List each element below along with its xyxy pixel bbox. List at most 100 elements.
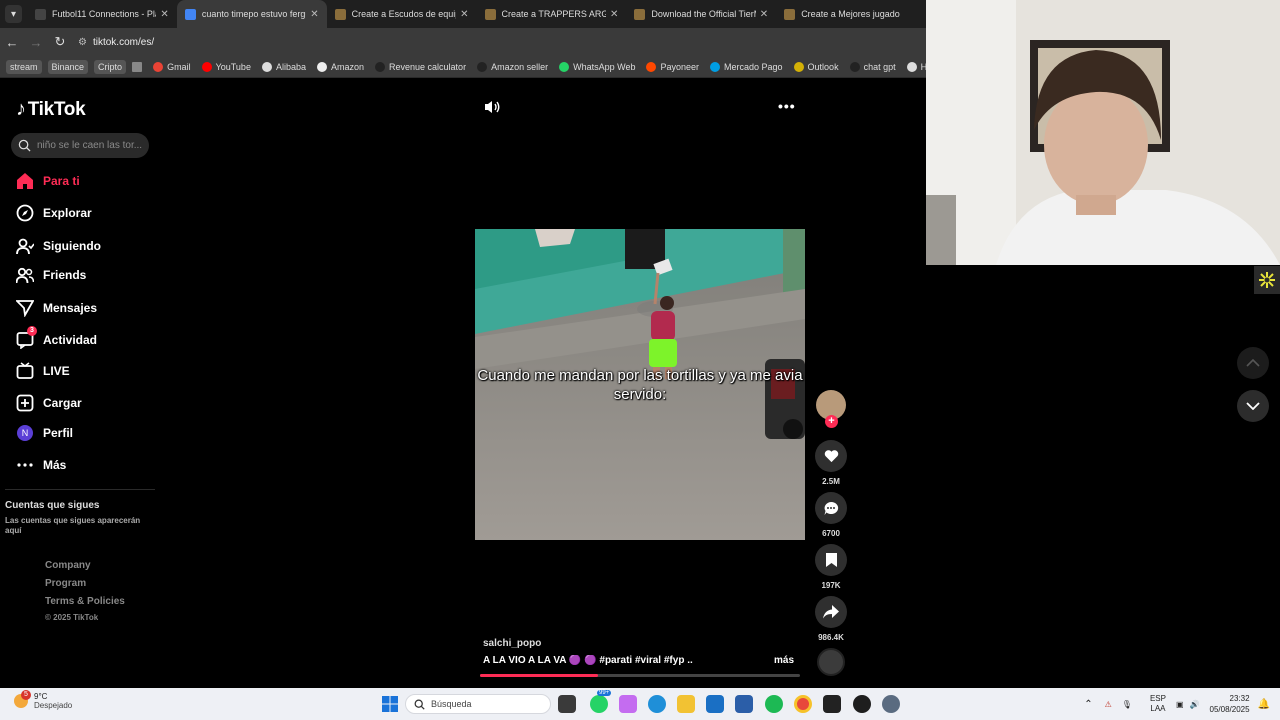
notification-bell-icon[interactable]: 🔔 (1258, 699, 1270, 710)
sidebar-item-perfil[interactable]: N Perfil (16, 424, 73, 442)
bookmark-item[interactable]: chat gpt (849, 61, 896, 72)
browser-tab[interactable]: Create a Mejores jugado (776, 0, 926, 28)
bookmark-item[interactable]: Amazon (316, 61, 364, 72)
chrome-icon[interactable] (794, 695, 812, 713)
lang-bottom: LAA (1150, 704, 1166, 713)
apps-grid-button[interactable] (132, 61, 143, 72)
forward-button[interactable]: → (24, 35, 48, 50)
tab-title: cuanto timepo estuvo ferguson (201, 9, 306, 19)
avatar-icon: N (16, 424, 34, 442)
browser-tab[interactable]: cuanto timepo estuvo ferguson ✕ (176, 0, 327, 28)
tab-favicon-icon (784, 8, 796, 20)
weather-widget[interactable]: 5 9°C Despejado (14, 690, 72, 710)
see-more-link[interactable]: más (774, 655, 794, 666)
comment-button[interactable] (815, 492, 847, 524)
url-field[interactable]: ⚙ tiktok.com/es/ (78, 32, 918, 52)
bookmark-item[interactable]: stream (6, 59, 42, 74)
bookmark-item[interactable]: Hermo Benito (906, 61, 926, 72)
bookmark-item[interactable]: Binance (47, 59, 89, 74)
like-button[interactable] (815, 440, 847, 472)
sidebar-item-label: LIVE (43, 364, 70, 378)
store-icon[interactable] (735, 695, 753, 713)
tab-close-icon[interactable]: ✕ (160, 9, 168, 20)
sidebar-item-cargar[interactable]: Cargar (16, 394, 82, 412)
bookmark-item[interactable]: WhatsApp Web (559, 61, 635, 72)
search-placeholder: niño se le caen las tor... (37, 140, 143, 151)
copilot-icon[interactable] (619, 695, 637, 713)
back-button[interactable]: ← (0, 35, 24, 50)
search-input[interactable]: niño se le caen las tor... (11, 133, 149, 158)
video-author[interactable]: salchi_popo (483, 638, 541, 649)
video-progress-bar[interactable] (480, 674, 800, 677)
sidebar-item-explorar[interactable]: Explorar (16, 204, 92, 222)
sidebar-item-friends[interactable]: Friends (16, 266, 86, 284)
next-video-button[interactable] (1237, 390, 1269, 422)
file-explorer-icon[interactable] (677, 695, 695, 713)
previous-video-button[interactable] (1237, 347, 1269, 379)
reload-button[interactable]: ↻ (48, 34, 72, 50)
taskbar-search-input[interactable]: Búsqueda (405, 694, 551, 714)
bookmark-item[interactable]: Outlook (793, 61, 839, 72)
tab-close-icon[interactable]: ✕ (310, 9, 318, 20)
browser-tab[interactable]: Create a Escudos de equipos d ✕ (327, 0, 477, 28)
bookmark-item[interactable]: Alibaba (261, 61, 306, 72)
clock[interactable]: 23:32 05/08/2025 (1210, 693, 1250, 715)
settings-icon[interactable] (882, 695, 900, 713)
save-button[interactable] (815, 544, 847, 576)
live-icon (16, 362, 34, 380)
site-info-icon[interactable]: ⚙ (78, 37, 87, 48)
browser-tab[interactable]: Futbol11 Connections - Play Fo ✕ (27, 0, 177, 28)
sidebar-item-m-s[interactable]: Más (16, 456, 66, 474)
language-indicator[interactable]: ESP LAA (1150, 694, 1166, 714)
epic-games-icon[interactable] (823, 695, 841, 713)
extension-icon[interactable] (1254, 266, 1280, 294)
sidebar-item-siguiendo[interactable]: Siguiendo (16, 237, 101, 255)
obs-icon[interactable] (853, 695, 871, 713)
more-options-button[interactable]: ••• (778, 98, 796, 114)
bookmark-item[interactable]: Mercado Pago (710, 61, 783, 72)
outlook-icon[interactable] (706, 695, 724, 713)
whatsapp-taskbar-icon[interactable]: 99+ (590, 690, 612, 713)
tab-close-icon[interactable]: ✕ (610, 9, 618, 20)
sidebar-item-live[interactable]: LIVE (16, 362, 70, 380)
tab-search-button[interactable]: ▾ (5, 5, 22, 23)
bookmark-item[interactable]: Gmail (153, 61, 191, 72)
tab-close-icon[interactable]: ✕ (760, 9, 768, 20)
bookmark-item[interactable]: Amazon seller (477, 61, 548, 72)
footer-terms-link[interactable]: Terms & Policies (45, 596, 125, 607)
task-view-icon[interactable] (558, 695, 576, 713)
follow-button[interactable]: + (825, 415, 838, 428)
footer-program-link[interactable]: Program (45, 578, 86, 589)
sidebar-item-mensajes[interactable]: Mensajes (16, 299, 97, 317)
heart-icon (824, 450, 838, 463)
sidebar-item-para-ti[interactable]: Para ti (16, 172, 80, 190)
sidebar-item-actividad[interactable]: 3 Actividad (16, 326, 97, 349)
network-warning-icon[interactable]: ⚠ (1105, 700, 1112, 709)
share-button[interactable] (815, 596, 847, 628)
windows-start-button[interactable] (382, 696, 398, 712)
spotify-icon[interactable] (765, 695, 783, 713)
wifi-icon[interactable]: ▣ (1176, 700, 1184, 709)
browser-tab[interactable]: Create a TRAPPERS ARGENTIN ✕ (477, 0, 627, 28)
bookmark-item[interactable]: Cripto (94, 59, 127, 74)
music-disc[interactable] (817, 648, 845, 676)
tray-chevron-icon[interactable]: ⌃ (1084, 699, 1092, 710)
tab-title: Create a Mejores jugado (801, 9, 900, 19)
tiktok-logo[interactable]: ♪ TikTok (16, 98, 86, 121)
bookmark-favicon-icon (201, 61, 212, 72)
url-text: tiktok.com/es/ (92, 36, 155, 48)
video-player[interactable]: Cuando me mandan por las tortillas y ya … (475, 229, 805, 540)
volume-icon[interactable] (483, 99, 501, 115)
footer-company-link[interactable]: Company (45, 560, 91, 571)
bookmark-label: Cripto (98, 61, 123, 72)
bookmark-item[interactable]: YouTube (201, 61, 251, 72)
search-icon (18, 139, 31, 152)
lang-top: ESP (1149, 694, 1166, 703)
microphone-icon[interactable]: 🎙 (1122, 700, 1132, 709)
speaker-icon[interactable]: 🔊 (1190, 700, 1200, 709)
bookmark-item[interactable]: Revenue calculator (375, 61, 466, 72)
bookmark-item[interactable]: Payoneer (646, 61, 699, 72)
browser-tab[interactable]: Download the Official TierMak ✕ (626, 0, 776, 28)
edge-icon[interactable] (648, 695, 666, 713)
tab-close-icon[interactable]: ✕ (460, 9, 468, 20)
